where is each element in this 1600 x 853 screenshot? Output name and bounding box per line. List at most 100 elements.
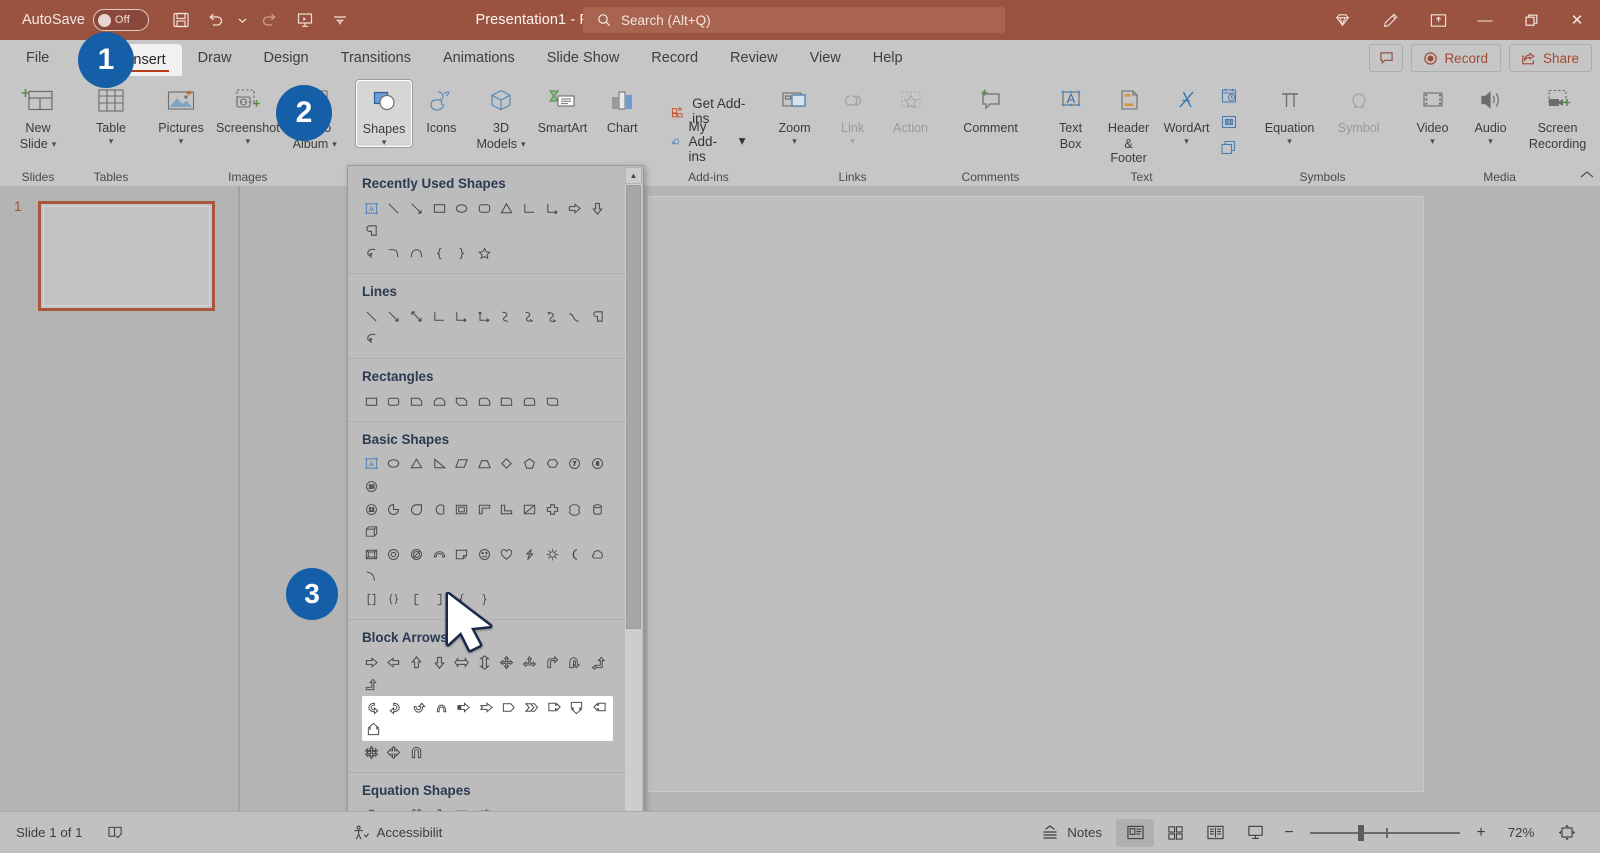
shape-line-arrow[interactable]	[383, 305, 406, 328]
search-input[interactable]: Search (Alt+Q)	[583, 7, 1005, 33]
shape-double-brace[interactable]	[383, 588, 406, 611]
shape-rectangle[interactable]	[360, 390, 383, 413]
shape-isosceles-triangle[interactable]	[496, 197, 519, 220]
slide-thumbnail-1[interactable]	[38, 201, 215, 311]
shape-moon[interactable]	[563, 543, 586, 566]
pictures-button[interactable]: Pictures ▾	[152, 80, 210, 146]
collapse-ribbon-icon[interactable]	[1580, 168, 1594, 182]
shape-text-box[interactable]: A	[360, 453, 383, 476]
shape-cross[interactable]	[541, 498, 564, 521]
chevron-down-icon[interactable]: ▾	[1287, 137, 1292, 146]
autosave-toggle[interactable]: Off	[92, 9, 149, 31]
zoom-slider[interactable]	[1310, 824, 1460, 841]
shape-right-brace[interactable]	[450, 242, 473, 265]
slide-indicator[interactable]: Slide 1 of 1	[4, 818, 95, 848]
shape-up-arrow[interactable]	[405, 651, 428, 674]
spell-check-icon[interactable]	[95, 818, 136, 848]
text-box-button[interactable]: A Text Box	[1042, 80, 1100, 151]
shape-decagon[interactable]: 10	[360, 475, 383, 498]
shape-heart[interactable]	[496, 543, 519, 566]
chevron-down-icon[interactable]: ▾	[246, 137, 251, 146]
shape-arc[interactable]	[563, 305, 586, 328]
shape-freeform-shape[interactable]	[586, 305, 609, 328]
shape-notched-right-arrow[interactable]	[475, 696, 498, 719]
shape-left-right-up-arrow[interactable]	[518, 651, 541, 674]
undo-dropdown-icon[interactable]	[235, 5, 251, 35]
shape-elbow-connector[interactable]	[518, 197, 541, 220]
redo-icon[interactable]	[254, 5, 286, 35]
shape-lightning-bolt[interactable]	[518, 543, 541, 566]
video-button[interactable]: Video ▾	[1404, 80, 1462, 146]
notes-button[interactable]: Notes	[1029, 818, 1114, 848]
shape-curved-down-arrow[interactable]	[430, 696, 453, 719]
chevron-down-icon[interactable]: ▾	[521, 140, 526, 149]
shapes-gallery-scrollbar[interactable]: ▲ ▼	[625, 167, 642, 835]
shape-oval[interactable]	[383, 453, 406, 476]
chevron-down-icon[interactable]: ▾	[382, 138, 387, 147]
tab-design[interactable]: Design	[247, 40, 324, 76]
shape-chevron[interactable]	[520, 696, 543, 719]
shape-dodecagon[interactable]: 12	[360, 498, 383, 521]
share-button[interactable]: Share	[1508, 44, 1592, 72]
reading-view-icon[interactable]	[1196, 819, 1234, 847]
shape-no-symbol[interactable]	[405, 543, 428, 566]
shape-pentagon-arrow[interactable]	[498, 696, 521, 719]
shape-pie[interactable]	[383, 498, 406, 521]
shape-rounded-rectangle[interactable]	[383, 390, 406, 413]
header-footer-button[interactable]: Header & Footer	[1100, 80, 1158, 165]
shape-round-same-side-corner[interactable]	[518, 390, 541, 413]
shape-cylinder[interactable]	[586, 498, 609, 521]
shape-arc[interactable]	[405, 242, 428, 265]
shape-elbow-connector[interactable]	[428, 305, 451, 328]
smartart-button[interactable]: SmartArt	[532, 80, 594, 135]
zoom-out-button[interactable]: −	[1276, 824, 1302, 842]
shape-curved-double-arrow[interactable]	[541, 305, 564, 328]
shape-star-5[interactable]	[473, 242, 496, 265]
shape-line[interactable]	[383, 197, 406, 220]
undo-icon[interactable]	[200, 5, 232, 35]
fit-to-window-icon[interactable]	[1548, 819, 1586, 847]
shape-left-brace[interactable]	[428, 242, 451, 265]
my-addins-button[interactable]: My Add-ins ▾	[663, 119, 753, 164]
shape-rectangle[interactable]	[428, 197, 451, 220]
shape-right-triangle[interactable]	[428, 453, 451, 476]
zoom-slider-knob[interactable]	[1358, 824, 1364, 841]
shape-block-arc[interactable]	[428, 543, 451, 566]
shape-curved-up-arrow[interactable]	[407, 696, 430, 719]
pane-divider[interactable]	[238, 186, 240, 811]
shape-trapezoid[interactable]	[473, 453, 496, 476]
shape-pentagon[interactable]	[518, 453, 541, 476]
shape-curved-left-arrow[interactable]	[385, 696, 408, 719]
customize-qat-icon[interactable]	[324, 5, 356, 35]
scroll-up-arrow-icon[interactable]: ▲	[625, 167, 642, 184]
shape-elbow-arrow-connector[interactable]	[450, 305, 473, 328]
slide-sorter-view-icon[interactable]	[1156, 819, 1194, 847]
shape-round-single-corner[interactable]	[496, 390, 519, 413]
chevron-down-icon[interactable]: ▾	[1488, 137, 1493, 146]
shape-elbow-arrow-connector[interactable]	[541, 197, 564, 220]
tab-view[interactable]: View	[794, 40, 857, 76]
chevron-down-icon[interactable]: ▾	[850, 137, 855, 146]
shape-donut[interactable]	[383, 543, 406, 566]
shape-line[interactable]	[360, 305, 383, 328]
shape-text-box[interactable]: A	[360, 197, 383, 220]
scrollbar-thumb[interactable]	[626, 185, 641, 629]
chevron-down-icon[interactable]: ▾	[179, 137, 184, 146]
shape-diamond[interactable]	[496, 453, 519, 476]
shape-smiley-face[interactable]	[473, 543, 496, 566]
link-button[interactable]: Link ▾	[824, 80, 882, 146]
icons-button[interactable]: Icons	[412, 80, 470, 135]
shape-right-arrow-callout[interactable]	[543, 696, 566, 719]
action-button[interactable]: Action	[882, 80, 940, 135]
shape-right-arrow[interactable]	[563, 197, 586, 220]
screenshot-button[interactable]: Screenshot ▾	[210, 80, 286, 146]
new-slide-button[interactable]: New Slide ▾	[6, 80, 70, 151]
shape-snip-single-corner[interactable]	[405, 390, 428, 413]
shape-parallelogram[interactable]	[450, 453, 473, 476]
minimize-button[interactable]: —	[1462, 0, 1508, 40]
slide-number-icon[interactable]	[1216, 110, 1242, 134]
shape-isosceles-triangle[interactable]	[405, 453, 428, 476]
shape-curved-up-ribbon[interactable]	[360, 220, 383, 243]
shapes-button[interactable]: Shapes ▾	[355, 80, 413, 147]
shape-line-arrow[interactable]	[405, 197, 428, 220]
